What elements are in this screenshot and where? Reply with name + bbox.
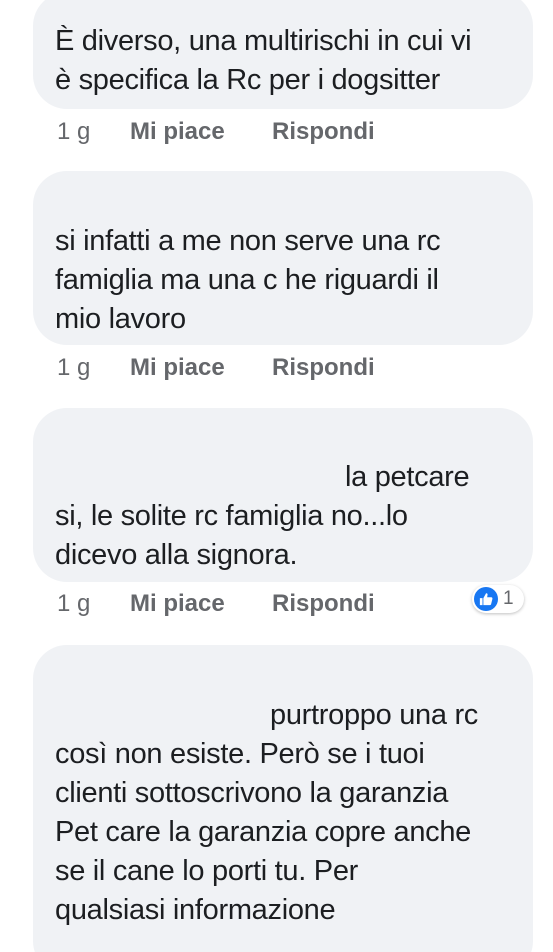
comment-text-line: famiglia ma una c he riguardi il [55, 264, 439, 296]
comment-actions: 1 g Mi piace Rispondi [57, 114, 375, 150]
reply-button[interactable]: Rispondi [272, 354, 375, 382]
reaction-count: 1 [503, 588, 514, 609]
reaction-badge[interactable]: 1 [472, 585, 524, 613]
comment-bubble: la petcare si, le solite rc famiglia no.… [33, 408, 533, 582]
comment-text-line: così non esiste. Però se i tuoi [55, 738, 425, 770]
comment-actions: 1 g Mi piace Rispondi [57, 586, 375, 622]
comment-text-line: la petcare [345, 461, 470, 493]
comment-text-line: si infatti a me non serve una rc [55, 225, 441, 257]
comment-text-line: se il cane lo porti tu. Per [55, 855, 358, 887]
comment-timestamp[interactable]: 1 g [57, 354, 130, 382]
comment-bubble: È diverso, una multirischi in cui vi è s… [33, 0, 533, 109]
comment-text-line: È diverso, una multirischi in cui vi [55, 25, 472, 57]
like-icon [474, 587, 498, 611]
comment-bubble: purtroppo una rc così non esiste. Però s… [33, 645, 533, 952]
comment-thread: È diverso, una multirischi in cui vi è s… [0, 0, 553, 952]
comment-actions: 1 g Mi piace Rispondi [57, 350, 375, 386]
like-button[interactable]: Mi piace [130, 590, 272, 618]
comment-timestamp[interactable]: 1 g [57, 118, 130, 146]
comment-text-line: Pet care la garanzia copre anche [55, 816, 471, 848]
comment-text-line: si, le solite rc famiglia no...lo [55, 500, 408, 532]
comment-text-line: purtroppo una rc [270, 699, 478, 731]
comment-text-line: clienti sottoscrivono la garanzia [55, 777, 449, 809]
reply-button[interactable]: Rispondi [272, 590, 375, 618]
comment-text-line: qualsiasi informazione [55, 894, 336, 926]
like-button[interactable]: Mi piace [130, 118, 272, 146]
comment-text-line: è specifica la Rc per i dogsitter [55, 64, 440, 96]
comment-timestamp[interactable]: 1 g [57, 590, 130, 618]
reply-button[interactable]: Rispondi [272, 118, 375, 146]
comment-text-line: dicevo alla signora. [55, 539, 298, 571]
comment-text-line: mio lavoro [55, 303, 186, 335]
like-button[interactable]: Mi piace [130, 354, 272, 382]
comment-bubble: si infatti a me non serve una rc famigli… [33, 171, 533, 345]
